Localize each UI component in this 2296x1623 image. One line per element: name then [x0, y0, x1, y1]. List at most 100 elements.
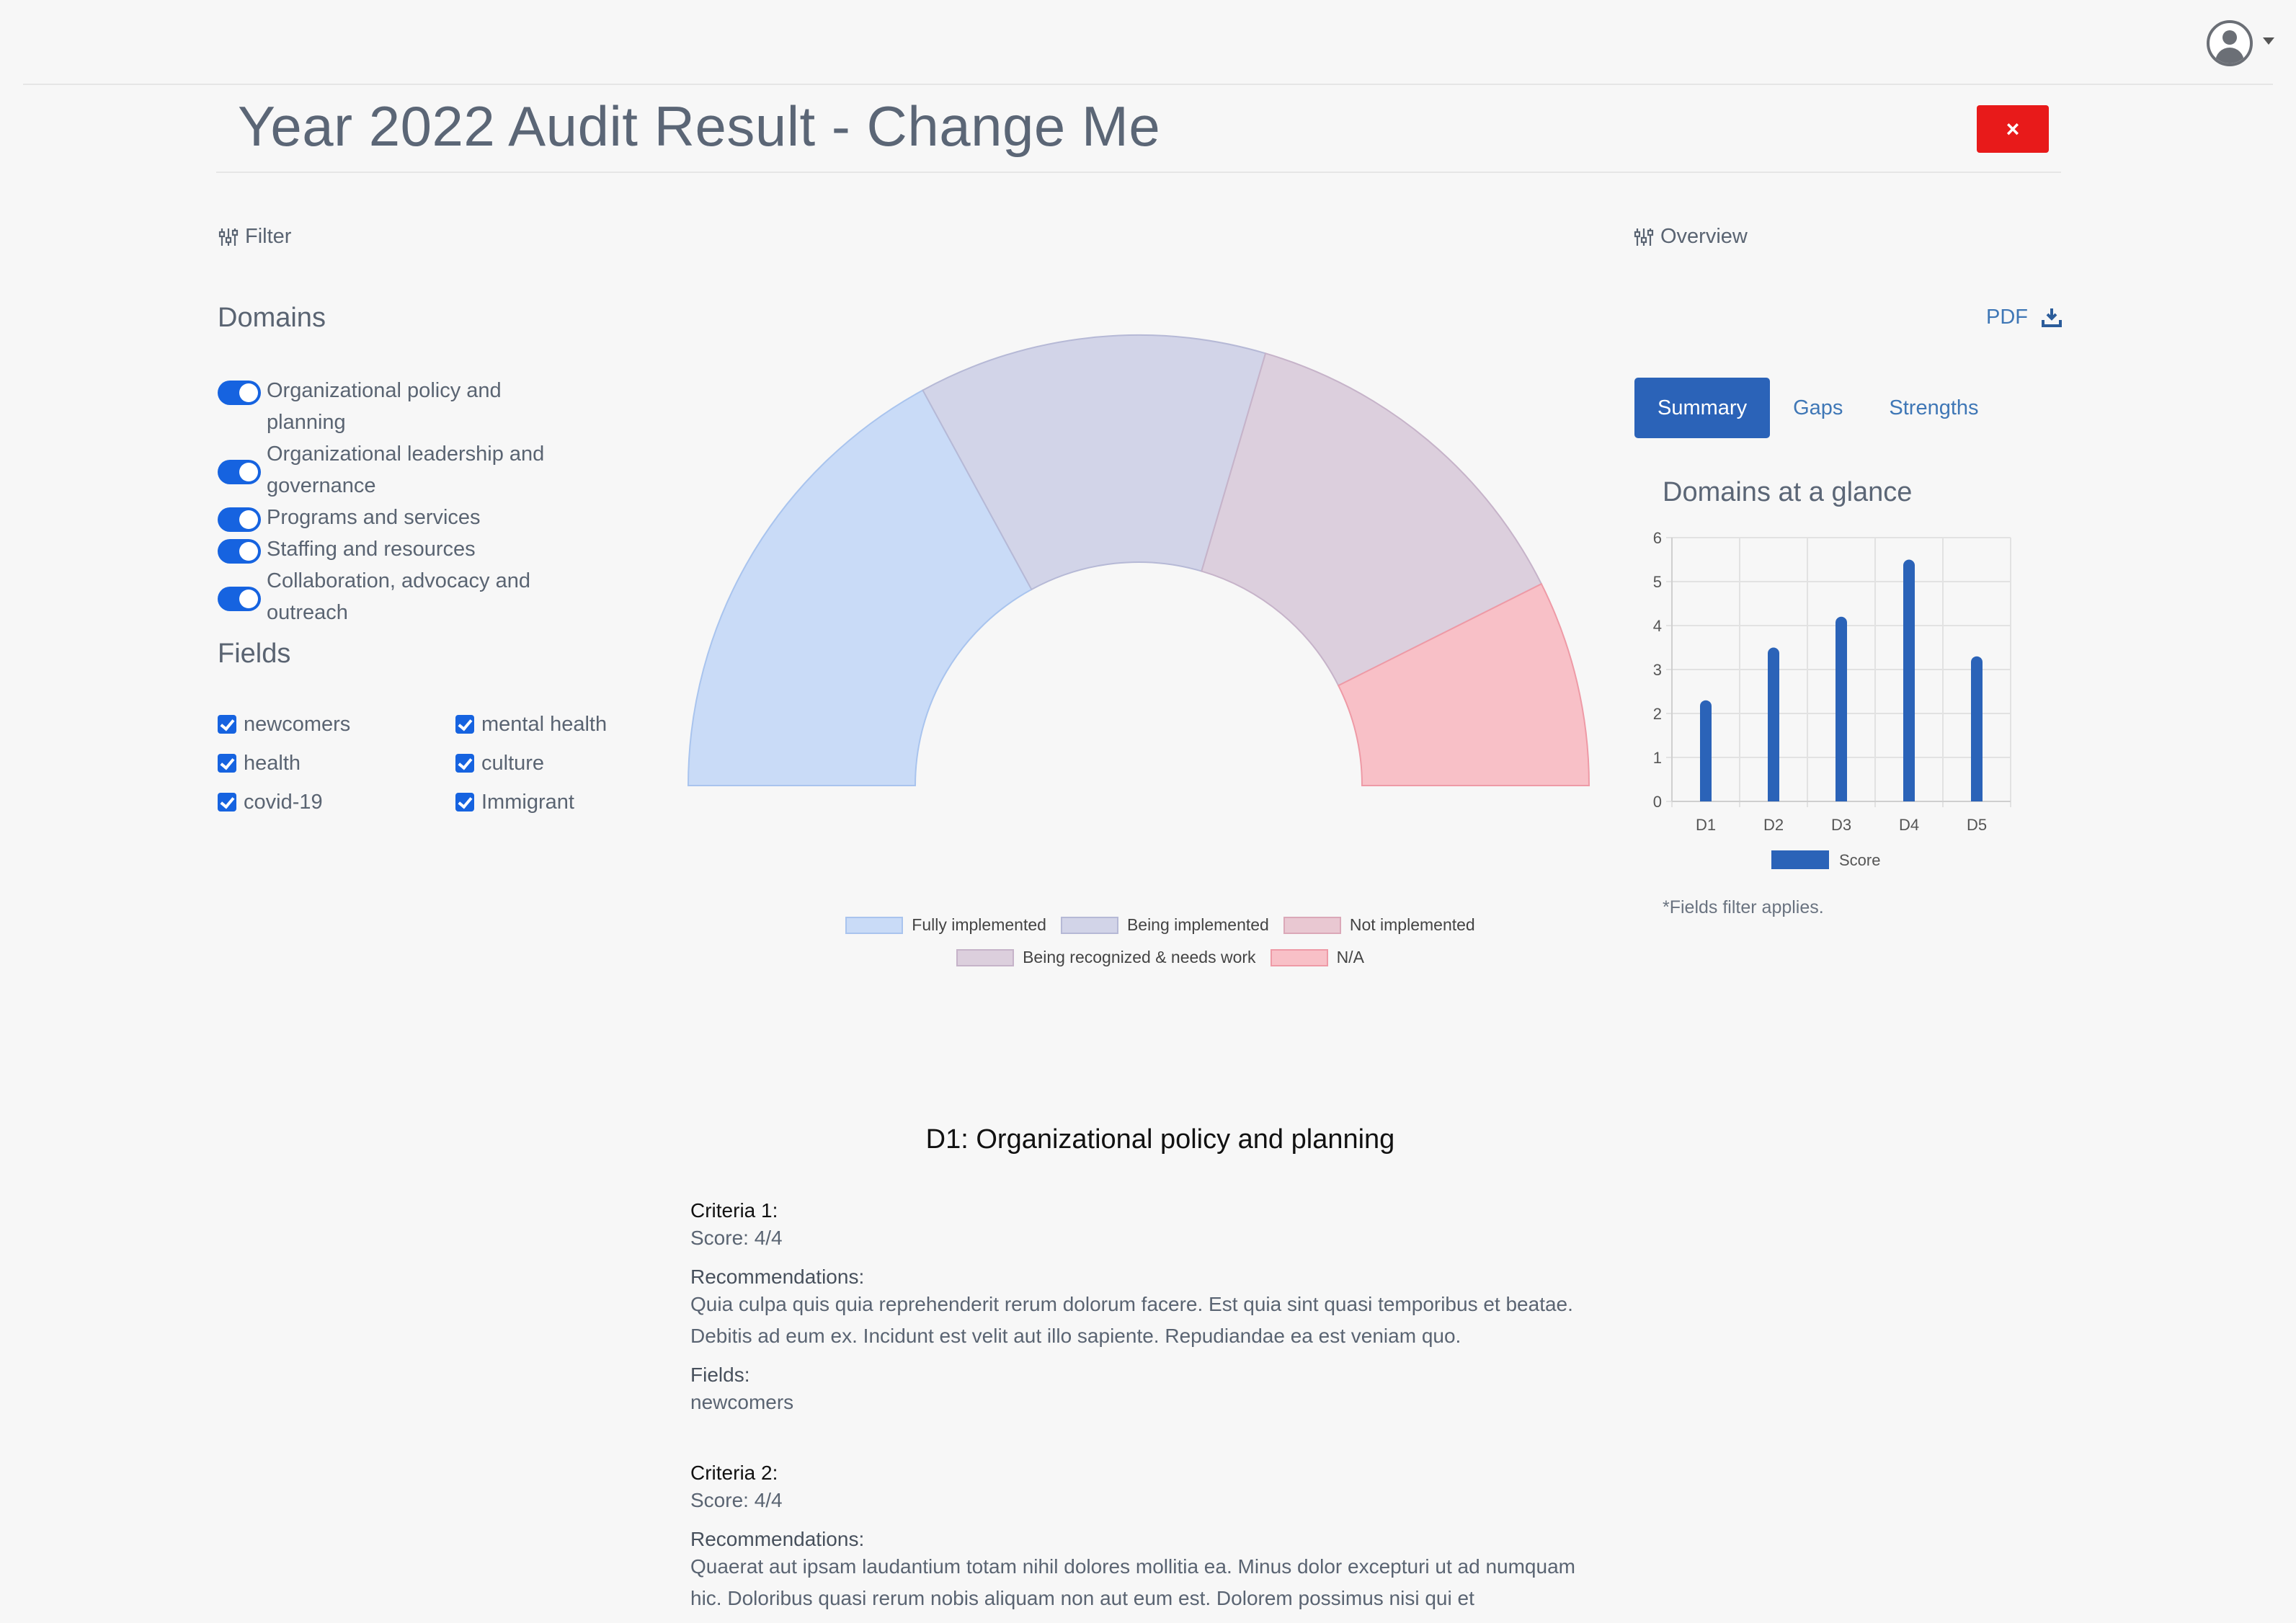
- field-checkbox-item[interactable]: Immigrant: [455, 788, 621, 817]
- tab-strengths[interactable]: Strengths: [1866, 378, 2001, 438]
- domain-toggle-row[interactable]: Staffing and resources: [218, 533, 621, 565]
- y-tick-label: 5: [1653, 573, 1662, 591]
- checkbox-checked-icon[interactable]: [455, 715, 474, 734]
- legend-swatch: [956, 948, 1015, 966]
- field-checkbox-label: newcomers: [244, 712, 351, 736]
- title-divider: [216, 172, 2061, 173]
- domains-bar-chart: 0 1 2 3 4 5 6 D1 D2 D3 D4 D5 Score: [1653, 529, 2011, 869]
- bar-base: [1768, 794, 1779, 801]
- domain-toggle-label: Organizational policy and planning: [267, 379, 502, 434]
- domain-toggle-switch[interactable]: [218, 539, 261, 564]
- legend-swatch: [845, 916, 904, 934]
- domain-toggle-switch[interactable]: [218, 381, 261, 405]
- bar: [1836, 616, 1847, 801]
- domain-toggle-switch[interactable]: [218, 460, 261, 484]
- legend-item[interactable]: N/A: [1270, 948, 1364, 967]
- implementation-gauge-chart: [687, 334, 1590, 786]
- gauge-legend: Fully implemented Being implemented Not …: [685, 915, 1636, 980]
- chevron-down-icon[interactable]: [2263, 37, 2274, 45]
- domain-detail-title: D1: Organizational policy and planning: [925, 1124, 1395, 1155]
- field-checkbox-label: culture: [481, 751, 545, 775]
- x-tick-label: D5: [1967, 816, 1987, 834]
- legend-item[interactable]: Not implemented: [1283, 915, 1475, 935]
- overview-heading-label: Overview: [1660, 225, 1748, 248]
- top-navbar: [0, 0, 2296, 85]
- x-tick-label: D3: [1831, 816, 1851, 834]
- x-tick-label: D2: [1763, 816, 1784, 834]
- domain-toggle-label: Organizational leadership and governance: [267, 443, 545, 497]
- bar: [1700, 700, 1712, 801]
- criteria-block: Criteria 2: Score: 4/4 Recommendations: …: [690, 1457, 1598, 1614]
- domain-toggle-switch[interactable]: [218, 587, 261, 611]
- navbar-divider: [23, 84, 2273, 85]
- fields-value: newcomers: [690, 1391, 794, 1413]
- pdf-download-link[interactable]: PDF: [1986, 306, 2028, 329]
- bar: [1903, 559, 1915, 801]
- checkbox-checked-icon[interactable]: [218, 715, 236, 734]
- recommendations-text: Quaerat aut ipsam laudantium totam nihil…: [690, 1555, 1575, 1609]
- domain-toggle-row[interactable]: Collaboration, advocacy and outreach: [218, 565, 621, 628]
- domains-heading: Domains: [218, 303, 326, 333]
- domain-toggle-label: Staffing and resources: [267, 538, 476, 561]
- bar-base: [1971, 794, 1983, 801]
- field-checkbox-label: Immigrant: [481, 790, 574, 814]
- user-circle-icon[interactable]: [2207, 20, 2253, 66]
- sliders-icon: [218, 228, 239, 246]
- x-tick-label: D4: [1899, 816, 1919, 834]
- close-button[interactable]: ×: [1977, 105, 2049, 153]
- bar: [1971, 656, 1983, 801]
- bar-base: [1700, 794, 1712, 801]
- field-checkbox-item[interactable]: culture: [455, 749, 621, 778]
- legend-label: Score: [1839, 851, 1880, 869]
- overview-heading: Overview: [1633, 225, 1748, 249]
- domain-toggle-row[interactable]: Programs and services: [218, 502, 621, 533]
- legend-item[interactable]: Being implemented: [1060, 915, 1269, 935]
- domain-toggle-switch[interactable]: [218, 507, 261, 532]
- legend-label: Being recognized & needs work: [1023, 948, 1256, 966]
- legend-swatch: [1270, 948, 1328, 966]
- legend-label: Not implemented: [1349, 915, 1475, 934]
- fields-checkbox-grid: newcomers mental health health culture c…: [218, 710, 621, 817]
- domain-toggle-row[interactable]: Organizational leadership and governance: [218, 438, 621, 502]
- page-title: Year 2022 Audit Result - Change Me: [238, 94, 1161, 158]
- gauge-legend-row: Being recognized & needs work N/A: [685, 948, 1636, 967]
- y-tick-label: 6: [1653, 529, 1662, 547]
- field-checkbox-item[interactable]: newcomers: [218, 710, 455, 739]
- download-icon[interactable]: [2041, 307, 2063, 329]
- legend-item[interactable]: Fully implemented: [845, 915, 1046, 935]
- legend-label: Fully implemented: [912, 915, 1046, 934]
- legend-swatch: [1060, 916, 1118, 934]
- bar-base: [1836, 794, 1847, 801]
- tab-gaps[interactable]: Gaps: [1770, 378, 1866, 438]
- checkbox-checked-icon[interactable]: [218, 754, 236, 773]
- checkbox-checked-icon[interactable]: [218, 793, 236, 812]
- tab-summary[interactable]: Summary: [1634, 378, 1771, 438]
- y-tick-label: 0: [1653, 793, 1662, 811]
- field-checkbox-item[interactable]: mental health: [455, 710, 621, 739]
- field-checkbox-label: health: [244, 751, 301, 775]
- legend-swatch: [1771, 850, 1829, 869]
- chart-title: Domains at a glance: [1663, 477, 1913, 507]
- recommendations-text: Quia culpa quis quia reprehenderit rerum…: [690, 1293, 1573, 1347]
- criteria-score: Score: 4/4: [690, 1489, 783, 1511]
- bar-base: [1903, 794, 1915, 801]
- legend-item[interactable]: Being recognized & needs work: [956, 948, 1256, 967]
- domain-toggle-row[interactable]: Organizational policy and planning: [218, 375, 621, 438]
- y-tick-label: 1: [1653, 749, 1662, 767]
- field-checkbox-item[interactable]: covid-19: [218, 788, 455, 817]
- y-tick-label: 3: [1653, 661, 1662, 679]
- overview-tabs: Summary Gaps Strengths: [1634, 378, 2002, 438]
- field-checkbox-item[interactable]: health: [218, 749, 455, 778]
- y-tick-label: 4: [1653, 617, 1662, 635]
- fields-heading: Fields: [218, 639, 291, 669]
- field-checkbox-label: mental health: [481, 712, 608, 736]
- y-tick-label: 2: [1653, 705, 1662, 723]
- checkbox-checked-icon[interactable]: [455, 754, 474, 773]
- field-checkbox-label: covid-19: [244, 790, 323, 814]
- domain-toggle-label: Programs and services: [267, 506, 481, 529]
- checkbox-checked-icon[interactable]: [455, 793, 474, 812]
- legend-label: Being implemented: [1126, 915, 1269, 934]
- domain-toggle-label: Collaboration, advocacy and outreach: [267, 569, 530, 624]
- fields-filter-note: *Fields filter applies.: [1663, 897, 1824, 917]
- criteria-score: Score: 4/4: [690, 1227, 783, 1249]
